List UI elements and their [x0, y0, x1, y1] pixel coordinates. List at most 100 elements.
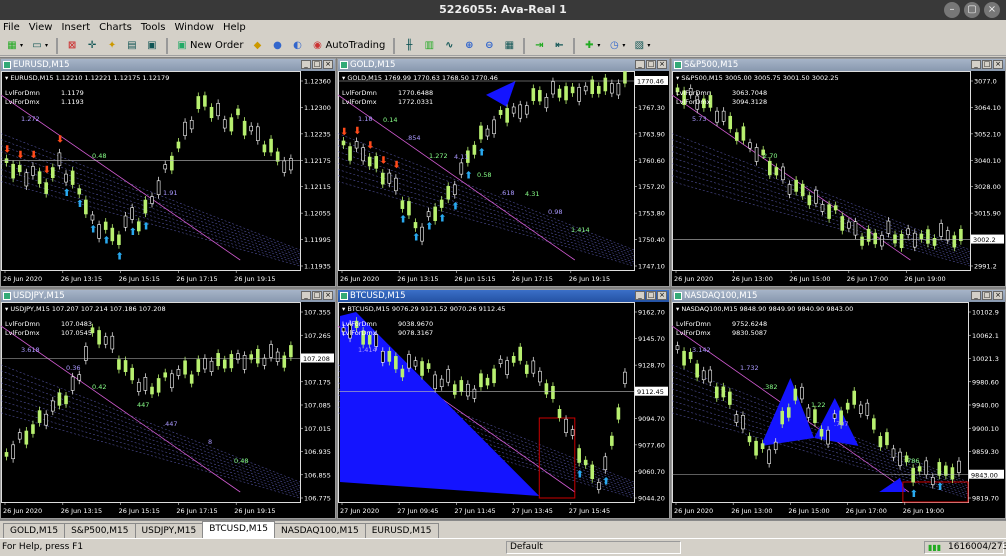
autotrading-button[interactable]: ◉ AutoTrading [308, 38, 388, 54]
toolbar-separator [166, 37, 169, 54]
chart-minimize-button[interactable]: _ [971, 291, 981, 300]
x-tick-label: 26 Jun 17:15 [176, 507, 217, 515]
tab-btcusd[interactable]: BTCUSD,M15 [202, 521, 275, 538]
x-tick-label: 27 Jun 13:45 [512, 507, 553, 515]
candlestick-button[interactable]: ▥ [420, 38, 438, 54]
candle-body [130, 367, 134, 381]
chart-window-sp500[interactable]: S&P500,M15 _ □ × 3077.0 3064.10 3052.10 3040.10… [671, 58, 1006, 287]
chart-maximize-button[interactable]: □ [646, 60, 656, 69]
menu-tools[interactable]: Tools [138, 20, 172, 36]
tile-windows-button[interactable]: ▦ [500, 38, 518, 54]
chart-maximize-button[interactable]: □ [312, 60, 322, 69]
metaeditor-button[interactable]: ◆ [248, 38, 266, 54]
chart-minimize-button[interactable]: _ [635, 60, 645, 69]
tab-sp500[interactable]: S&P500,M15 [64, 523, 136, 538]
profiles-button[interactable]: ▭ ▾ [28, 38, 51, 54]
maximize-button[interactable]: ▢ [964, 2, 980, 18]
chart-window-eurusd[interactable]: EURUSD,M15 _ □ × ⬇ ⬇ ⬇ ⬇ ⬇ ⬆ ⬆ ⬆ ⬆ ⬆ ⬆ ⬆ 1.12360 1.12300 1… [0, 58, 336, 287]
candle-body [780, 410, 785, 425]
chart-minimize-button[interactable]: _ [301, 291, 311, 300]
chart-window-titlebar[interactable]: GOLD,M15 _ □ × [338, 59, 669, 71]
navigator-button[interactable]: ✦ [103, 38, 121, 54]
chart-window-nasdaq[interactable]: NASDAQ100,M15 _ □ × ⬆ ⬆ 10102.9 10062.1 10021.3 9… [671, 289, 1006, 519]
chart-minimize-button[interactable]: _ [971, 60, 981, 69]
chart-maximize-button[interactable]: □ [312, 291, 322, 300]
menu-help[interactable]: Help [220, 20, 252, 36]
tester-button[interactable]: ▣ [143, 38, 161, 54]
chart-maximize-button[interactable]: □ [646, 291, 656, 300]
tester-icon: ▣ [147, 39, 157, 51]
candle-body [819, 428, 824, 437]
templates-button[interactable]: ▧ ▾ [630, 38, 653, 54]
candle-body [64, 173, 68, 183]
menu-window[interactable]: Window [172, 20, 220, 36]
y-tick-label: 1747.10 [638, 263, 665, 271]
candle-body [760, 443, 765, 450]
chart-window-usdjpy[interactable]: USDJPY,M15 _ □ × 107.355 107.265 107.208 107.17… [0, 289, 336, 519]
x-tick-label: 26 Jun 19:00 [904, 275, 945, 283]
chart-window-title: GOLD,M15 [350, 60, 396, 70]
candle-body [420, 361, 424, 376]
tab-nasdaq100[interactable]: NASDAQ100,M15 [273, 523, 366, 538]
community-button[interactable]: ● [268, 38, 286, 54]
tab-usdjpy[interactable]: USDJPY,M15 [134, 523, 204, 538]
new-chart-button[interactable]: ▦ ▾ [3, 38, 26, 54]
chart-window-gold[interactable]: GOLD,M15 _ □ × ⬇ ⬇ ⬇ ⬇ ⬇ ⬆ ⬆ ⬆ ⬆ ⬆ ⬆ ⬆ 1770.46 1767.30 176… [337, 58, 670, 287]
tab-gold[interactable]: GOLD,M15 [3, 523, 66, 538]
zoom-out-button[interactable]: ⊖ [480, 38, 498, 54]
chart-window-icon [340, 61, 348, 69]
tab-eurusd[interactable]: EURUSD,M15 [364, 523, 439, 538]
market-watch-button[interactable]: ⊠ [63, 38, 81, 54]
chart-window-btcusd[interactable]: BTCUSD,M15 _ □ × ⬆ ⬆ 9162.70 9145.70 9128.70 9112… [337, 289, 670, 519]
y-tick-label: 3015.90 [974, 210, 1001, 218]
candle-body [70, 170, 75, 185]
chart-close-button[interactable]: × [993, 291, 1003, 300]
auto-scroll-button[interactable]: ⇥ [530, 38, 548, 54]
line-chart-button[interactable]: ∿ [440, 38, 458, 54]
chart-close-button[interactable]: × [657, 291, 667, 300]
candle-body [524, 364, 529, 374]
close-button[interactable]: × [984, 2, 1000, 18]
candle-body [11, 163, 15, 179]
chart-maximize-button[interactable]: □ [982, 60, 992, 69]
fib-line [672, 364, 969, 483]
x-tick-label: 26 Jun 2020 [340, 275, 379, 283]
chart-close-button[interactable]: × [993, 60, 1003, 69]
chart-window-titlebar[interactable]: EURUSD,M15 _ □ × [1, 59, 335, 71]
chart-minimize-button[interactable]: _ [301, 60, 311, 69]
fib-ratio-label: 0.36 [66, 364, 80, 372]
chart-window-titlebar[interactable]: USDJPY,M15 _ □ × [1, 290, 335, 302]
chart-close-button[interactable]: × [323, 60, 333, 69]
menu-insert[interactable]: Insert [58, 20, 96, 36]
y-tick-label: 1760.60 [638, 157, 665, 165]
menu-charts[interactable]: Charts [96, 20, 138, 36]
fib-ratio-label: 0.58 [477, 171, 491, 179]
chart-shift-button[interactable]: ⇤ [550, 38, 568, 54]
periods-button[interactable]: ◷ ▾ [605, 38, 628, 54]
candle-body [860, 236, 864, 246]
chart-minimize-button[interactable]: _ [635, 291, 645, 300]
candle-body [374, 156, 379, 169]
minimize-button[interactable]: – [944, 2, 960, 18]
signals-button[interactable]: ◐ [288, 38, 306, 54]
terminal-button[interactable]: ▤ [123, 38, 141, 54]
y-tick-label: 106.775 [304, 495, 331, 503]
menu-view[interactable]: View [26, 20, 59, 36]
candle-body [136, 382, 141, 392]
candle-body [143, 377, 148, 391]
chart-close-button[interactable]: × [323, 291, 333, 300]
bar-chart-button[interactable]: ╫ [400, 38, 418, 54]
candle-body [623, 371, 627, 384]
data-window-button[interactable]: ✛ [83, 38, 101, 54]
menu-file[interactable]: File [0, 20, 26, 36]
chart-window-titlebar[interactable]: BTCUSD,M15 _ □ × [338, 290, 669, 302]
zoom-in-button[interactable]: ⊕ [460, 38, 478, 54]
fib-ratio-label: 1.414 [358, 346, 377, 354]
chart-close-button[interactable]: × [657, 60, 667, 69]
indicators-button[interactable]: ✚ ▾ [580, 38, 603, 54]
chart-window-titlebar[interactable]: S&P500,M15 _ □ × [672, 59, 1005, 71]
chart-maximize-button[interactable]: □ [982, 291, 992, 300]
chart-window-titlebar[interactable]: NASDAQ100,M15 _ □ × [672, 290, 1005, 302]
new-order-button[interactable]: ▣ New Order [173, 38, 246, 54]
lvl-dmn-label: LvlForDmn [342, 89, 377, 97]
